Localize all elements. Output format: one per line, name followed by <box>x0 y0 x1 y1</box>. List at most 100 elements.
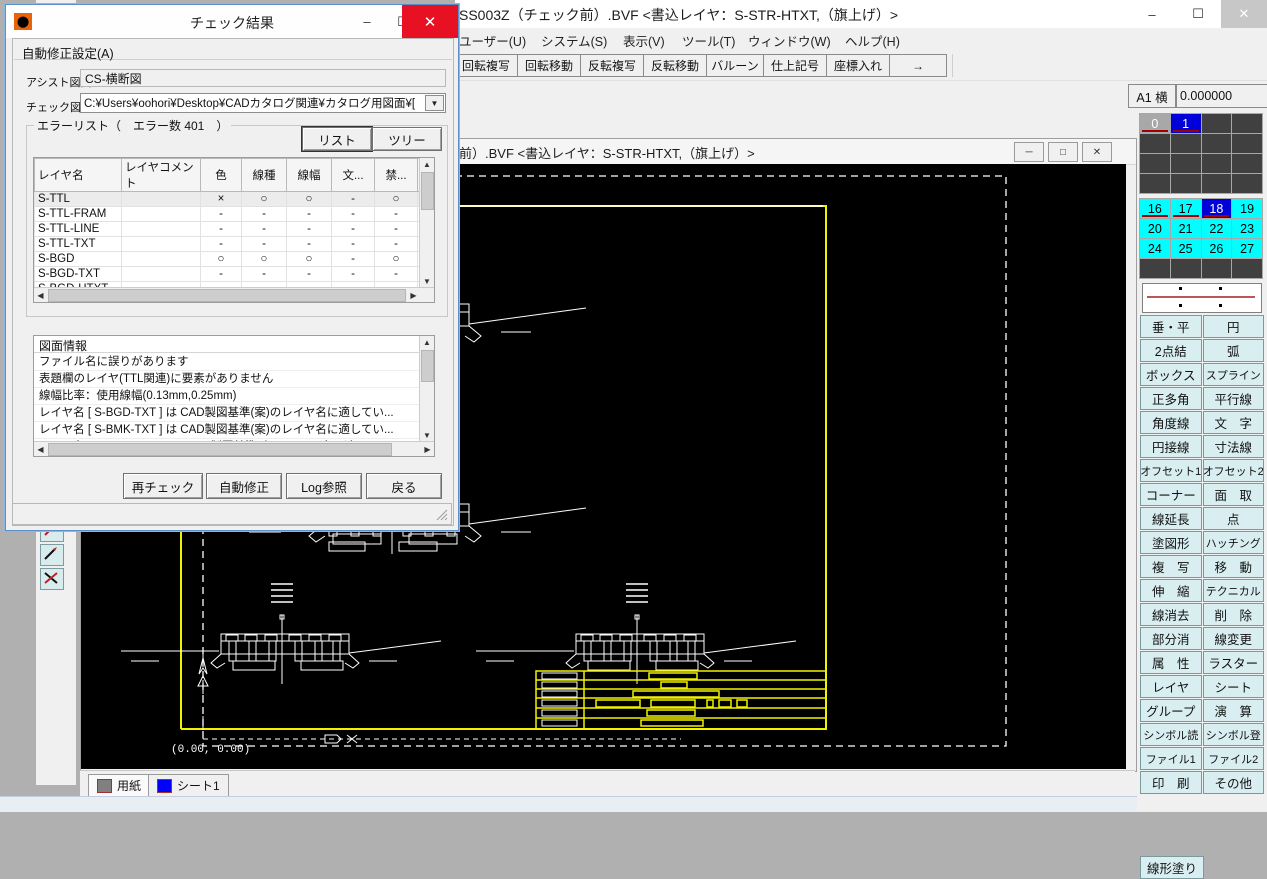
view-list-button[interactable]: リスト <box>302 127 372 151</box>
paper-size-box[interactable]: A1 横 <box>1128 84 1176 108</box>
vscroll-thumb[interactable] <box>421 172 434 210</box>
hscroll-thumb[interactable] <box>48 289 406 302</box>
command-button-7[interactable]: 平行線 <box>1202 387 1264 410</box>
command-button-4[interactable]: ボックス <box>1140 363 1202 386</box>
layer-top-cell-2[interactable] <box>1201 114 1232 133</box>
command-button-32[interactable]: グループ <box>1140 699 1202 722</box>
command-button-26[interactable]: 部分消 <box>1140 627 1202 650</box>
command-button-34[interactable]: シンボル読 <box>1140 723 1202 746</box>
command-button-12[interactable]: オフセット1 <box>1140 459 1202 482</box>
sheet-tab-0[interactable]: 用紙 <box>88 774 151 796</box>
scroll-right-icon[interactable]: ▶ <box>407 288 420 302</box>
layer-top-cell-6[interactable] <box>1201 134 1232 153</box>
layer-bottom-cell-15[interactable] <box>1232 259 1262 278</box>
layer-bottom-cell-11[interactable]: 27 <box>1232 239 1262 258</box>
column-header-4[interactable]: 線幅 <box>286 158 332 192</box>
command-button-6[interactable]: 正多角 <box>1140 387 1202 410</box>
command-button-19[interactable]: ハッチング <box>1202 531 1264 554</box>
pen-black-icon[interactable] <box>40 544 64 566</box>
command-button-28[interactable]: 属 性 <box>1140 651 1202 674</box>
error-table-vertical-scrollbar[interactable]: ▲ ▼ <box>419 158 434 288</box>
drawing-minimize-button[interactable]: ─ <box>1014 142 1044 162</box>
column-header-0[interactable]: レイヤ名 <box>34 158 122 192</box>
layer-top-cell-0[interactable]: 0 <box>1140 114 1170 133</box>
layer-bottom-cell-4[interactable]: 20 <box>1140 219 1170 238</box>
column-header-1[interactable]: レイヤコメント <box>121 158 201 192</box>
table-row[interactable]: S-BGD-TXT------ <box>34 266 434 282</box>
toolbar-button-2[interactable]: 反転複写 <box>580 54 644 77</box>
dialog-action-button-1[interactable]: 自動修正 <box>206 473 282 499</box>
command-button-0[interactable]: 垂・平 <box>1140 315 1202 338</box>
layer-bottom-cell-3[interactable]: 19 <box>1232 199 1262 218</box>
column-header-2[interactable]: 色 <box>200 158 242 192</box>
command-button-36[interactable]: ファイル1 <box>1140 747 1202 770</box>
table-row[interactable]: S-TTL-FRAM------ <box>34 206 434 222</box>
command-button-20[interactable]: 複 写 <box>1140 555 1202 578</box>
layer-top-cell-9[interactable] <box>1170 154 1201 173</box>
command-button-23[interactable]: テクニカル <box>1202 579 1264 602</box>
column-header-6[interactable]: 禁... <box>374 158 418 192</box>
command-button-30[interactable]: レイヤ <box>1140 675 1202 698</box>
layer-top-cell-15[interactable] <box>1232 174 1262 193</box>
command-button-14[interactable]: コーナー <box>1140 483 1202 506</box>
table-row[interactable]: S-TTL×○○-○- <box>34 191 434 207</box>
layer-grid-top[interactable]: 01 <box>1139 113 1263 194</box>
info-vertical-scrollbar[interactable]: ▲ ▼ <box>419 336 434 442</box>
layer-bottom-cell-5[interactable]: 21 <box>1170 219 1201 238</box>
layer-bottom-cell-10[interactable]: 26 <box>1201 239 1232 258</box>
menu-item-4[interactable]: ウィンドウ(W) <box>748 31 831 50</box>
layer-bottom-cell-2[interactable]: 18 <box>1201 199 1232 218</box>
command-button-24[interactable]: 線消去 <box>1140 603 1202 626</box>
layer-bottom-cell-1[interactable]: 17 <box>1170 199 1201 218</box>
app-maximize-button[interactable]: ☐ <box>1175 0 1221 28</box>
toolbar-button-3[interactable]: 反転移動 <box>643 54 707 77</box>
layer-top-cell-1[interactable]: 1 <box>1170 114 1201 133</box>
layer-top-cell-8[interactable] <box>1140 154 1170 173</box>
command-button-10[interactable]: 円接線 <box>1140 435 1202 458</box>
command-button-33[interactable]: 演 算 <box>1202 699 1264 722</box>
app-close-button[interactable]: ✕ <box>1221 0 1267 28</box>
layer-bottom-cell-0[interactable]: 16 <box>1140 199 1170 218</box>
table-row[interactable]: S-TTL-LINE------ <box>34 221 434 237</box>
command-button-37[interactable]: ファイル2 <box>1202 747 1264 770</box>
info-vscroll-thumb[interactable] <box>421 350 434 382</box>
layer-bottom-cell-13[interactable] <box>1170 259 1201 278</box>
check-drawing-path-combo[interactable]: C:¥Users¥oohori¥Desktop¥CADカタログ関連¥カタログ用図… <box>80 93 446 113</box>
resize-grip-icon[interactable] <box>433 506 449 522</box>
dialog-minimize-button[interactable]: – <box>349 5 385 38</box>
command-button-22[interactable]: 伸 縮 <box>1140 579 1202 602</box>
dialog-action-button-3[interactable]: 戻る <box>366 473 442 499</box>
toolbar-button-5[interactable]: 仕上記号 <box>763 54 827 77</box>
drawing-restore-button[interactable]: □ <box>1048 142 1078 162</box>
toolbar-button-1[interactable]: 回転移動 <box>517 54 581 77</box>
menu-item-2[interactable]: 表示(V) <box>623 31 665 50</box>
command-button-11[interactable]: 寸法線 <box>1202 435 1264 458</box>
command-button-17[interactable]: 点 <box>1202 507 1264 530</box>
app-minimize-button[interactable]: – <box>1129 0 1175 28</box>
command-button-39[interactable]: その他 <box>1202 771 1264 794</box>
layer-bottom-cell-7[interactable]: 23 <box>1232 219 1262 238</box>
command-button-21[interactable]: 移 動 <box>1202 555 1264 578</box>
toolbar-button-4[interactable]: バルーン <box>706 54 764 77</box>
column-header-3[interactable]: 線種 <box>241 158 287 192</box>
line-fill-button[interactable]: 線形塗り <box>1140 856 1204 879</box>
command-button-31[interactable]: シート <box>1202 675 1264 698</box>
dialog-action-button-2[interactable]: Log参照 <box>286 473 362 499</box>
delete-x-icon[interactable] <box>40 568 64 590</box>
layer-bottom-cell-12[interactable] <box>1140 259 1170 278</box>
auto-fix-settings-menu[interactable]: 自動修正設定(A) <box>14 40 452 61</box>
error-list-table[interactable]: レイヤ名レイヤコメント色線種線幅文...禁...寸...S-TTL×○○-○-S… <box>33 157 435 303</box>
line-style-preview[interactable] <box>1142 283 1262 313</box>
layer-bottom-cell-9[interactable]: 25 <box>1170 239 1201 258</box>
table-row[interactable]: S-TTL-TXT------ <box>34 236 434 252</box>
layer-top-cell-13[interactable] <box>1170 174 1201 193</box>
command-button-2[interactable]: 2点結 <box>1140 339 1202 362</box>
menu-item-5[interactable]: ヘルプ(H) <box>845 31 900 50</box>
table-row[interactable]: S-BGD○○○-○- <box>34 251 434 267</box>
command-button-25[interactable]: 削 除 <box>1202 603 1264 626</box>
drawing-close-button[interactable]: ✕ <box>1082 142 1112 162</box>
dialog-close-button[interactable]: ✕ <box>402 5 458 38</box>
chevron-down-icon[interactable]: ▼ <box>425 95 444 111</box>
toolbar-button-7[interactable]: → <box>889 54 947 77</box>
toolbar-button-6[interactable]: 座標入れ <box>826 54 890 77</box>
